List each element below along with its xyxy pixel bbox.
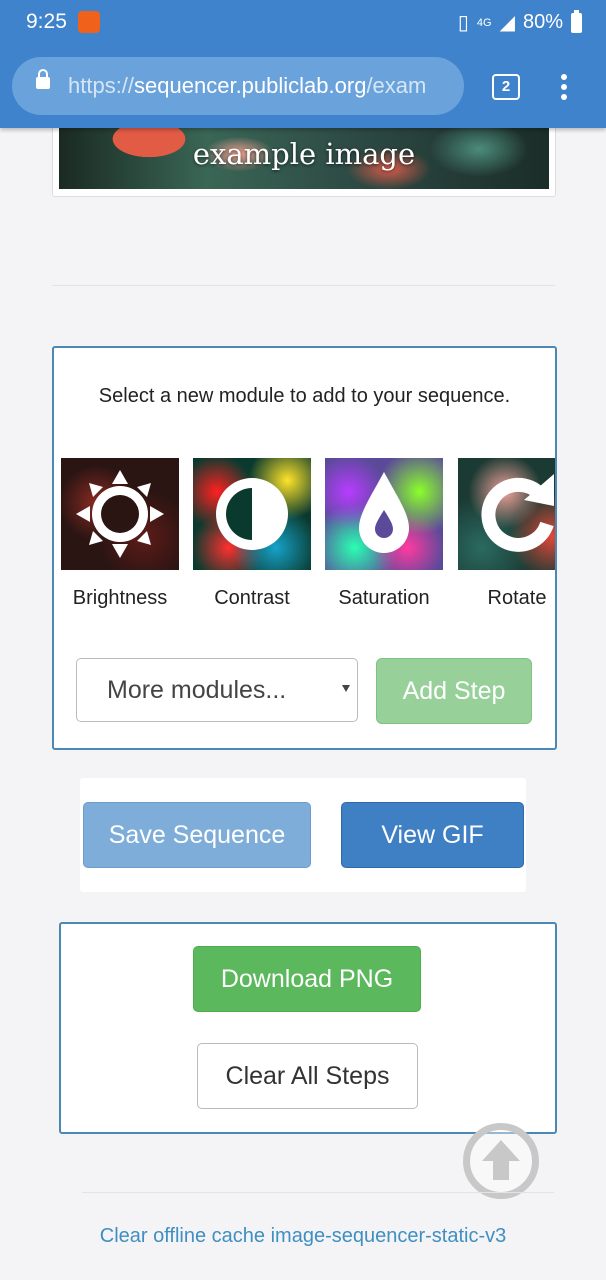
module-label: Saturation (338, 587, 430, 609)
preview-caption: example image (192, 137, 416, 171)
drop-icon (359, 472, 409, 553)
signal-icon: ◢ (499, 12, 515, 34)
tab-switcher-button[interactable]: 2 (492, 74, 520, 100)
add-step-button[interactable]: Add Step (376, 658, 532, 724)
clear-cache-link[interactable]: Clear offline cache image-sequencer-stat… (0, 1225, 606, 1248)
view-gif-button[interactable]: View GIF (341, 802, 524, 868)
module-saturation[interactable]: Saturation (325, 458, 443, 610)
module-label: Contrast (214, 587, 290, 609)
rotate-icon (481, 474, 554, 552)
browser-chrome: 9:25 ▯ 4G ◢ 80% https://sequencer.public… (0, 0, 606, 128)
brightness-thumbnail[interactable] (61, 458, 179, 570)
status-bar: 9:25 ▯ 4G ◢ 80% (0, 0, 606, 46)
lock-icon (36, 69, 50, 89)
clock: 9:25 (26, 10, 67, 33)
battery-icon (571, 9, 582, 33)
add-module-panel: Select a new module to add to your seque… (52, 346, 557, 750)
url-text[interactable]: https://sequencer.publiclab.org/exam (68, 73, 453, 99)
rotate-thumbnail[interactable] (458, 458, 555, 570)
download-panel: Download PNG Clear All Steps (59, 922, 557, 1134)
more-menu-icon[interactable] (561, 74, 567, 104)
saturation-thumbnail[interactable] (325, 458, 443, 570)
arrow-up-icon (482, 1140, 520, 1180)
module-brightness[interactable]: Brightness (61, 458, 179, 610)
chevron-down-icon (342, 685, 350, 692)
address-bar[interactable]: https://sequencer.publiclab.org/exam (12, 57, 464, 115)
clear-all-steps-button[interactable]: Clear All Steps (197, 1043, 418, 1109)
module-rotate[interactable]: Rotate (458, 458, 555, 610)
divider (52, 285, 555, 286)
vibrate-icon: ▯ (457, 12, 469, 34)
module-prompt: Select a new module to add to your seque… (98, 385, 511, 407)
notification-icon (78, 11, 100, 33)
network-icon: 4G (476, 16, 492, 29)
scroll-to-top-button[interactable] (463, 1123, 539, 1199)
download-png-button[interactable]: Download PNG (193, 946, 421, 1012)
sequence-actions: Save Sequence View GIF (80, 778, 526, 892)
save-sequence-button[interactable]: Save Sequence (83, 802, 311, 868)
divider (82, 1192, 554, 1193)
select-value: More modules... (107, 676, 287, 704)
module-label: Rotate (487, 587, 547, 609)
module-contrast[interactable]: Contrast (193, 458, 311, 610)
contrast-icon (216, 478, 288, 550)
battery-percent: 80% (522, 11, 563, 33)
more-modules-select[interactable]: More modules... (76, 658, 358, 722)
status-icons: ▯ 4G ◢ 80% (457, 9, 582, 35)
contrast-thumbnail[interactable] (193, 458, 311, 570)
module-label: Brightness (72, 587, 168, 609)
sun-icon (76, 470, 164, 558)
